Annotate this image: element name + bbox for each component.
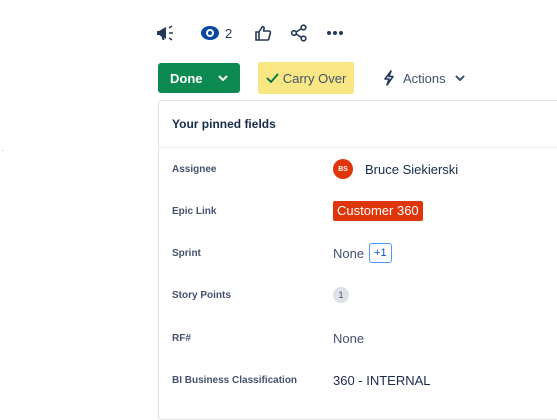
stray-dot <box>2 150 3 151</box>
field-label: Assignee <box>172 163 217 175</box>
check-icon <box>266 73 279 83</box>
field-label: BI Business Classification <box>172 374 298 386</box>
carry-over-button[interactable]: Carry Over <box>258 62 354 94</box>
lightning-icon <box>384 70 394 86</box>
watch-button[interactable]: 2 <box>200 25 232 41</box>
field-row-sprint: Sprint None +1 <box>159 239 557 267</box>
field-label: Epic Link <box>172 205 217 217</box>
issue-action-icons: 2 <box>156 22 344 44</box>
story-points-badge: 1 <box>333 287 349 303</box>
rf-none: None <box>333 330 365 346</box>
pinned-fields-title: Your pinned fields <box>159 101 557 148</box>
status-done-button[interactable]: Done <box>158 63 240 93</box>
assignee-name: Bruce Siekierski <box>365 161 459 177</box>
watchers-count: 2 <box>225 25 233 41</box>
field-label: Sprint <box>172 247 201 259</box>
like-button[interactable] <box>254 22 272 44</box>
share-button[interactable] <box>290 22 308 44</box>
more-icon <box>327 31 344 35</box>
field-row-bi-classification: BI Business Classification 360 - INTERNA… <box>159 366 557 394</box>
avatar: BS <box>333 159 353 179</box>
eye-icon <box>201 26 219 40</box>
field-row-assignee: Assignee BS Bruce Siekierski <box>159 155 557 183</box>
story-points-value[interactable]: 1 <box>333 287 349 303</box>
field-label: Story Points <box>172 289 231 301</box>
carry-over-label: Carry Over <box>282 70 347 86</box>
sprint-none: None <box>333 245 365 261</box>
pinned-fields-panel: Your pinned fields Assignee BS Bruce Sie… <box>158 100 557 420</box>
rf-value[interactable]: None <box>333 331 364 346</box>
megaphone-icon <box>157 25 173 41</box>
actions-label: Actions <box>403 70 446 86</box>
status-actions-row: Done Carry Over Actions <box>158 62 465 94</box>
bi-classification-text: 360 - INTERNAL <box>333 372 431 388</box>
actions-menu-button[interactable]: Actions <box>382 62 465 94</box>
epic-link-lozenge[interactable]: Customer 360 <box>333 201 423 221</box>
feedback-button[interactable] <box>156 22 178 44</box>
epic-link-value: Customer 360 <box>333 201 423 221</box>
sprint-more-button[interactable]: +1 <box>369 243 392 263</box>
chevron-down-icon <box>455 75 465 81</box>
sprint-value: None +1 <box>333 243 392 263</box>
assignee-value[interactable]: BS Bruce Siekierski <box>333 159 458 179</box>
more-button[interactable] <box>326 22 344 44</box>
chevron-down-icon <box>218 75 228 81</box>
field-label: RF# <box>172 332 191 344</box>
share-icon <box>291 24 307 42</box>
field-row-rf: RF# None <box>159 324 557 352</box>
thumbs-up-icon <box>255 25 272 41</box>
status-done-label: Done <box>170 70 203 86</box>
field-row-story-points: Story Points 1 <box>159 281 557 309</box>
field-row-epic-link: Epic Link Customer 360 <box>159 197 557 225</box>
bi-classification-value[interactable]: 360 - INTERNAL <box>333 373 431 388</box>
